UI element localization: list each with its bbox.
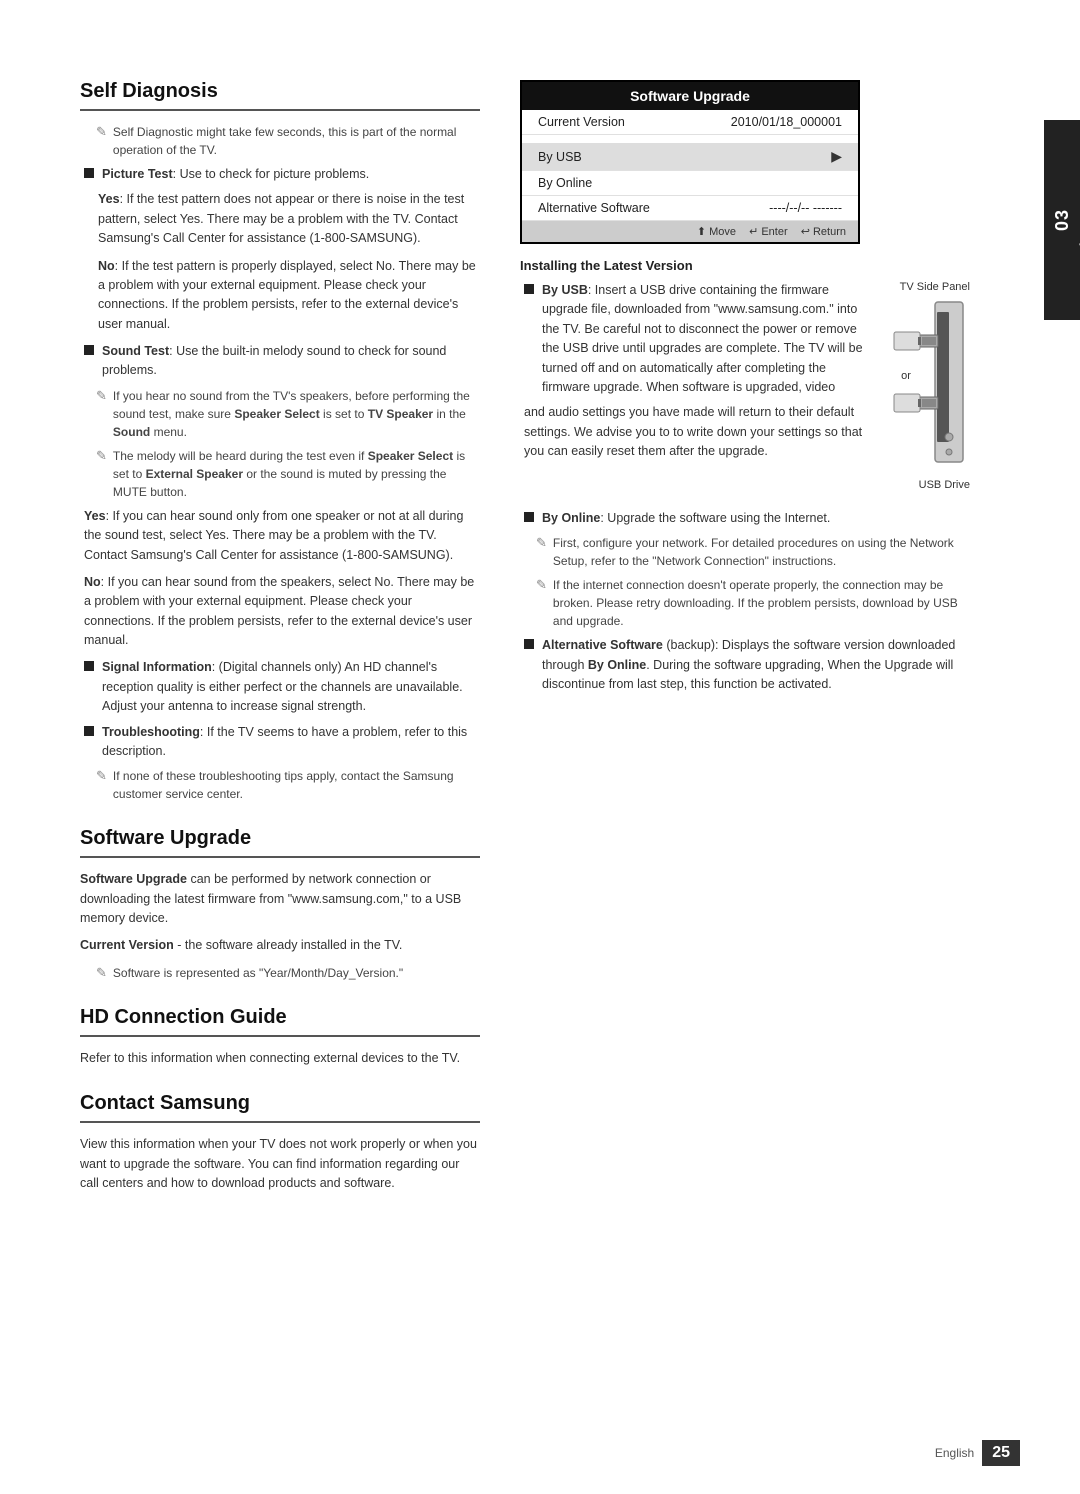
alternative-software-value: ----/--/-- ------- — [769, 201, 842, 215]
software-upgrade-title: Software Upgrade — [80, 827, 480, 858]
picture-test-yes: Yes: If the test pattern does not appear… — [80, 190, 480, 248]
sound-test-bullet: Sound Test: Use the built-in melody soun… — [80, 342, 480, 381]
alternative-software-bullet: Alternative Software (backup): Displays … — [520, 636, 970, 694]
self-diagnosis-section: Self Diagnosis ✎ Self Diagnostic might t… — [80, 80, 480, 803]
note-pencil-icon: ✎ — [536, 577, 547, 593]
signal-info-bullet: Signal Information: (Digital channels on… — [80, 658, 480, 716]
bullet-square-icon — [84, 726, 94, 736]
by-usb-arrow: ▶ — [831, 148, 842, 165]
note-pencil-icon: ✎ — [96, 124, 107, 140]
contact-samsung-text: View this information when your TV does … — [80, 1135, 480, 1193]
by-usb-text: By USB: Insert a USB drive containing th… — [542, 281, 868, 397]
hd-connection-title: HD Connection Guide — [80, 1006, 480, 1037]
picture-test-content: Picture Test: Use to check for picture p… — [102, 165, 480, 184]
by-online-text: By Online: Upgrade the software using th… — [542, 509, 970, 528]
troubleshooting-content: Troubleshooting: If the TV seems to have… — [102, 723, 480, 762]
by-online-label-text: By Online — [542, 511, 600, 525]
sound-note-2: ✎ The melody will be heard during the te… — [80, 447, 480, 501]
bullet-square-icon — [524, 284, 534, 294]
signal-info-content: Signal Information: (Digital channels on… — [102, 658, 480, 716]
right-column: Software Upgrade Current Version 2010/01… — [510, 80, 1020, 1414]
alternative-software-label-text: Alternative Software — [542, 638, 663, 652]
by-usb-row: By USB ▶ — [522, 143, 858, 171]
troubleshooting-bullet: Troubleshooting: If the TV seems to have… — [80, 723, 480, 762]
sound-test-yes: Yes: If you can hear sound only from one… — [80, 507, 480, 565]
alternative-software-text: Alternative Software (backup): Displays … — [542, 636, 970, 694]
by-online-note-2: ✎ If the internet connection doesn't ope… — [520, 576, 970, 630]
note-pencil-icon: ✎ — [96, 448, 107, 464]
hd-connection-section: HD Connection Guide Refer to this inform… — [80, 1006, 480, 1068]
sound-note-1: ✎ If you hear no sound from the TV's spe… — [80, 387, 480, 441]
self-diagnosis-intro-note: ✎ Self Diagnostic might take few seconds… — [80, 123, 480, 159]
current-version-row: Current Version 2010/01/18_000001 — [522, 110, 858, 135]
alternative-software-row: Alternative Software ----/--/-- ------- — [522, 196, 858, 221]
usb-drive-label: USB Drive — [919, 479, 970, 491]
note-pencil-icon: ✎ — [536, 535, 547, 551]
software-upgrade-menu-box: Software Upgrade Current Version 2010/01… — [520, 80, 860, 244]
installing-title: Installing the Latest Version — [520, 258, 970, 273]
by-online-bullet: By Online: Upgrade the software using th… — [520, 509, 970, 528]
alternative-software-label: Alternative Software — [538, 201, 650, 215]
note-pencil-icon: ✎ — [96, 768, 107, 784]
troubleshooting-label: Troubleshooting — [102, 725, 200, 739]
by-usb-bullet: By USB: Insert a USB drive containing th… — [520, 281, 868, 397]
picture-test-bullet: Picture Test: Use to check for picture p… — [80, 165, 480, 184]
chapter-tab: 03 Basic Features — [1044, 120, 1080, 320]
contact-samsung-title: Contact Samsung — [80, 1092, 480, 1123]
picture-test-label: Picture Test — [102, 167, 173, 181]
tv-side-panel-svg: or — [880, 297, 970, 477]
self-diagnosis-intro-text: Self Diagnostic might take few seconds, … — [113, 123, 480, 159]
bullet-square-icon — [524, 639, 534, 649]
sw-upgrade-nav: ⬆ Move ↵ Enter ↩ Return — [522, 221, 858, 242]
software-upgrade-intro: Software Upgrade can be performed by net… — [80, 870, 480, 928]
by-online-note-1: ✎ First, configure your network. For det… — [520, 534, 970, 570]
by-usb-label-text: By USB — [542, 283, 588, 297]
sw-upgrade-box-header: Software Upgrade — [522, 82, 858, 110]
chapter-number: 03 — [1052, 209, 1073, 231]
bullet-square-icon — [84, 661, 94, 671]
by-online-row: By Online — [522, 171, 858, 196]
software-note: ✎ Software is represented as "Year/Month… — [80, 964, 480, 982]
software-upgrade-section-left: Software Upgrade Software Upgrade can be… — [80, 827, 480, 982]
nav-return: ↩ Return — [801, 226, 846, 238]
bullet-square-icon — [84, 345, 94, 355]
tv-side-panel-label: TV Side Panel — [900, 281, 970, 293]
by-usb-label: By USB — [538, 150, 582, 164]
sound-test-label: Sound Test — [102, 344, 169, 358]
by-online-colon-text: : Upgrade the software using the Interne… — [600, 511, 830, 525]
svg-text:or: or — [901, 370, 911, 382]
bullet-square-icon — [84, 168, 94, 178]
current-version-note: Current Version - the software already i… — [80, 936, 480, 955]
by-online-label: By Online — [538, 176, 592, 190]
nav-enter: ↵ Enter — [749, 226, 788, 238]
self-diagnosis-title: Self Diagnosis — [80, 80, 480, 111]
by-usb-section: TV Side Panel — [520, 281, 970, 499]
page-number: 25 — [982, 1440, 1020, 1466]
picture-test-colon: : Use to check for picture problems. — [173, 167, 370, 181]
tv-side-panel-area: TV Side Panel — [880, 281, 970, 491]
bullet-square-icon — [524, 512, 534, 522]
contact-samsung-section: Contact Samsung View this information wh… — [80, 1092, 480, 1193]
current-version-value: 2010/01/18_000001 — [731, 115, 842, 129]
current-version-label: Current Version — [538, 115, 625, 129]
by-usb-colon-text: : Insert a USB drive containing the firm… — [542, 283, 863, 394]
note-pencil-icon: ✎ — [96, 388, 107, 404]
page-language: English — [935, 1446, 974, 1460]
sound-test-no: No: If you can hear sound from the speak… — [80, 573, 480, 651]
troubleshooting-note: ✎ If none of these troubleshooting tips … — [80, 767, 480, 803]
page-footer: English 25 — [935, 1440, 1020, 1466]
nav-move: ⬆ Move — [697, 226, 736, 238]
hd-connection-text: Refer to this information when connectin… — [80, 1049, 480, 1068]
picture-test-no: No: If the test pattern is properly disp… — [80, 257, 480, 335]
sound-test-content: Sound Test: Use the built-in melody soun… — [102, 342, 480, 381]
signal-info-label: Signal Information — [102, 660, 212, 674]
note-pencil-icon: ✎ — [96, 965, 107, 981]
